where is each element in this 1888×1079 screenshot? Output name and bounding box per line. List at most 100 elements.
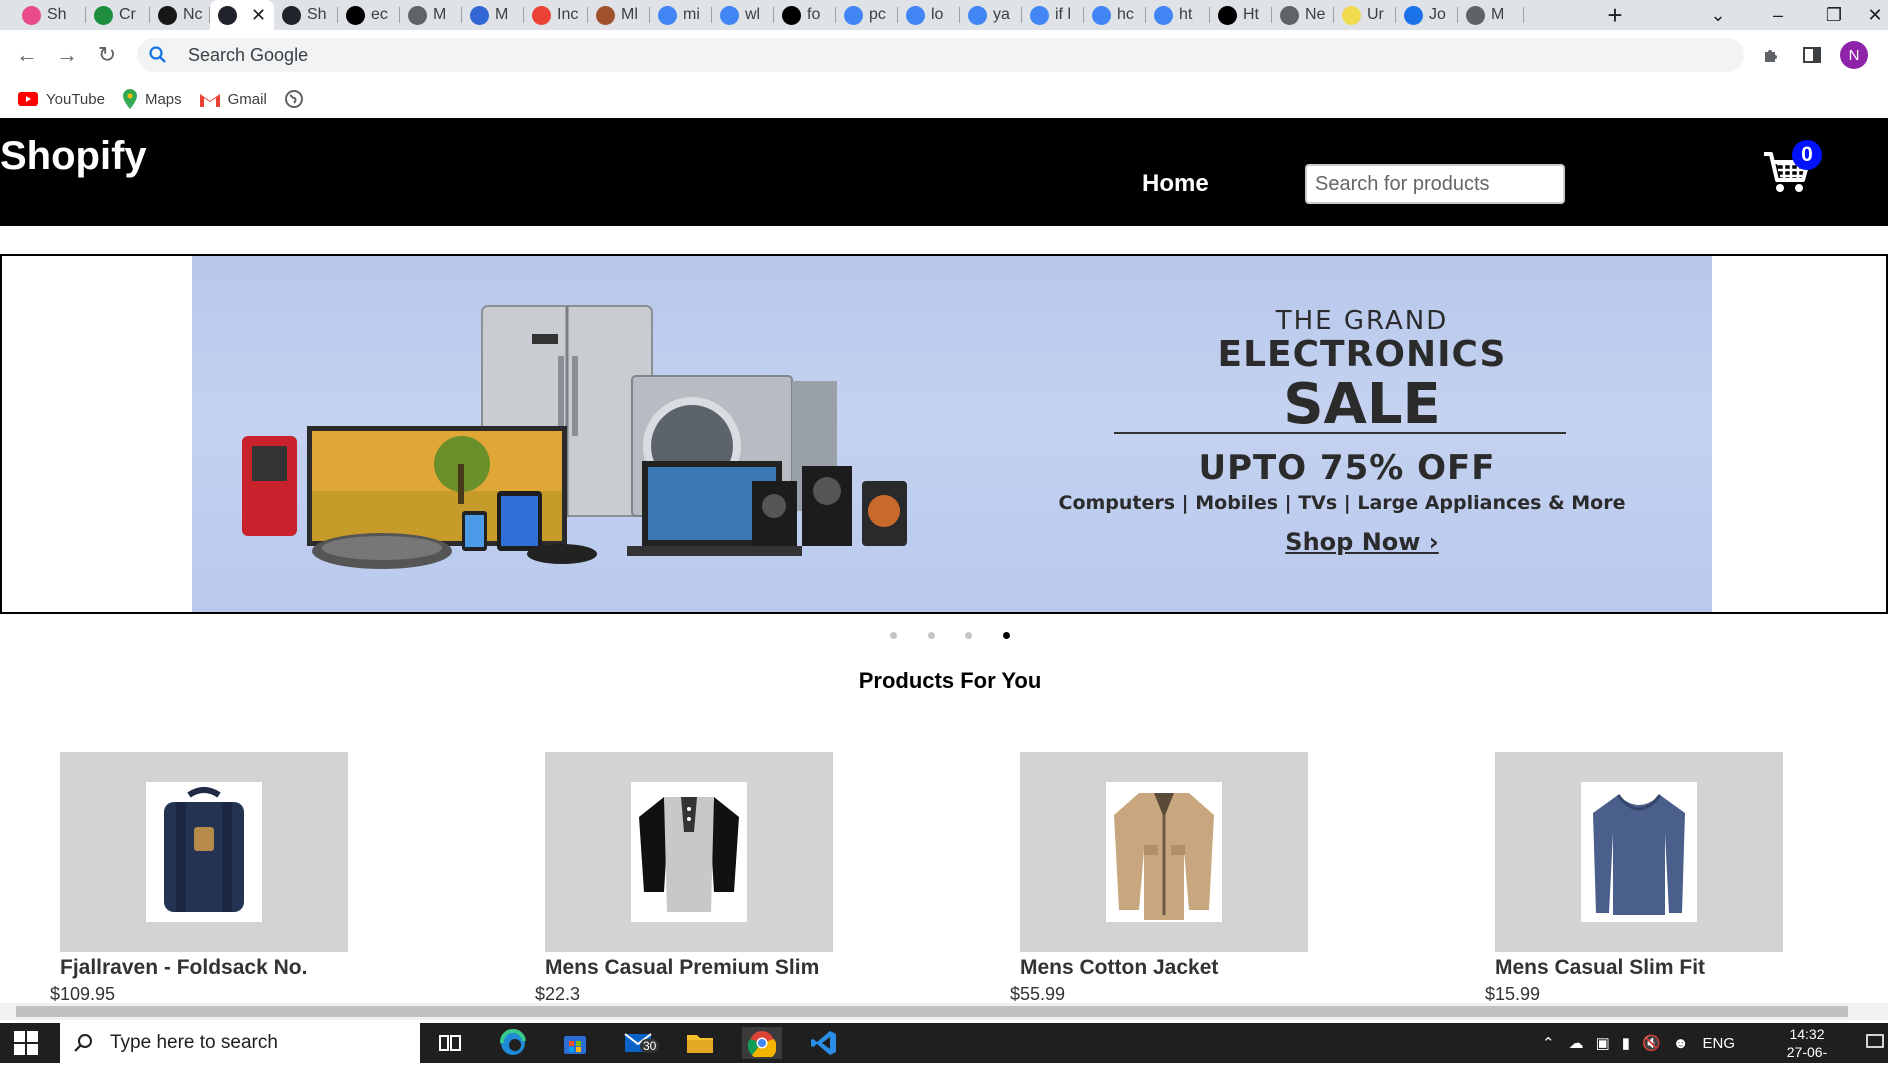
browser-tab[interactable]: Nc [150, 0, 210, 30]
restore-button[interactable]: ❐ [1806, 0, 1862, 30]
carousel-dot-4[interactable] [1003, 632, 1010, 639]
vscode-icon[interactable] [804, 1027, 844, 1059]
product-price: $15.99 [1485, 984, 1541, 1004]
forward-arrow-icon[interactable]: → [54, 42, 80, 68]
bookmark-youtube[interactable]: YouTube [18, 91, 105, 108]
browser-tab[interactable]: Jo [1396, 0, 1458, 30]
horizontal-scrollbar[interactable] [0, 1003, 1888, 1020]
system-tray: ⌃ ☁ ▣ ▮ 🔇 ☻ ENG [1542, 1023, 1735, 1063]
product-name[interactable]: Mens Casual Premium Slim [545, 956, 845, 980]
tab-title: Inc [557, 6, 579, 23]
product-name[interactable]: Mens Casual Slim Fit [1495, 956, 1795, 980]
hero-carousel[interactable]: THE GRAND ELECTRONICS SALE UPTO 75% OFF … [0, 254, 1888, 614]
notifications-icon[interactable] [1866, 1033, 1884, 1051]
gmail-icon [199, 92, 220, 107]
product-image-henley[interactable] [631, 782, 747, 922]
browser-tab[interactable]: Sh [274, 0, 338, 30]
chrome-icon[interactable] [742, 1027, 782, 1059]
bookmark-maps[interactable]: Maps [122, 89, 182, 109]
close-tab-icon[interactable]: ✕ [251, 5, 266, 26]
browser-tab[interactable]: lo [898, 0, 960, 30]
carousel-dot-2[interactable] [928, 632, 935, 639]
product-image-frame [60, 752, 348, 952]
carousel-dot-3[interactable] [965, 632, 972, 639]
product-image-jacket[interactable] [1106, 782, 1222, 922]
address-input[interactable] [186, 43, 1590, 67]
browser-tab[interactable]: Ne [1272, 0, 1334, 30]
person-icon [470, 5, 489, 25]
product-card[interactable]: Mens Casual Slim Fit $15.99 [1485, 752, 1795, 1005]
browser-tab[interactable]: hc [1084, 0, 1146, 30]
onedrive-cloud-icon[interactable]: ☁ [1569, 1034, 1584, 1052]
browser-tab[interactable]: Cr [86, 0, 150, 30]
browser-tab[interactable]: M [462, 0, 524, 30]
carousel-dot-1[interactable] [890, 632, 897, 639]
product-image-long-sleeve-tee[interactable] [1581, 782, 1697, 922]
browser-tab[interactable]: Ur [1334, 0, 1396, 30]
browser-tab[interactable]: Inc [524, 0, 588, 30]
scrollbar-thumb[interactable] [16, 1006, 1848, 1017]
new-tab-button[interactable]: + [1600, 0, 1630, 30]
browser-tab[interactable]: M [1458, 0, 1524, 30]
tab-title: Sh [47, 6, 67, 23]
browser-tab[interactable]: ec [338, 0, 400, 30]
browser-tab[interactable]: Ml [588, 0, 650, 30]
browser-tab[interactable]: Ht [1210, 0, 1272, 30]
monitor-icon[interactable]: ▣ [1596, 1034, 1610, 1052]
product-card[interactable]: Mens Cotton Jacket $55.99 [1010, 752, 1320, 1005]
browser-tab[interactable]: wl [712, 0, 774, 30]
browser-tab[interactable]: fo [774, 0, 836, 30]
product-name[interactable]: Mens Cotton Jacket [1020, 956, 1320, 980]
browser-tab[interactable]: Sh [14, 0, 86, 30]
bookmark-globe[interactable] [284, 90, 311, 108]
browser-tab[interactable]: ya [960, 0, 1022, 30]
chevron-up-icon[interactable]: ⌃ [1542, 1034, 1555, 1052]
site-logo[interactable]: Shopify [0, 134, 147, 179]
clock-date: 27-06-2023 [1786, 1044, 1828, 1078]
product-search-input[interactable] [1305, 164, 1565, 204]
bookmark-label: Maps [144, 90, 182, 108]
browser-tab[interactable]: ht [1146, 0, 1210, 30]
browser-tab[interactable]: ✕ [210, 0, 274, 30]
browser-tab[interactable]: mi [650, 0, 712, 30]
product-card[interactable]: Mens Casual Premium Slim $22.3 [535, 752, 845, 1005]
product-image-backpack[interactable] [146, 782, 262, 922]
browser-tab[interactable]: if l [1022, 0, 1084, 30]
product-price: $55.99 [1010, 984, 1066, 1004]
close-window-button[interactable]: ✕ [1862, 0, 1888, 30]
address-bar[interactable] [137, 38, 1744, 72]
extensions-puzzle-icon[interactable] [1761, 44, 1783, 66]
taskbar-search[interactable] [60, 1023, 420, 1063]
tab-title: mi [683, 6, 700, 23]
side-panel-icon[interactable] [1801, 44, 1823, 66]
product-name[interactable]: Fjallraven - Foldsack No. [60, 956, 360, 980]
electronics-sale-banner[interactable]: THE GRAND ELECTRONICS SALE UPTO 75% OFF … [192, 256, 1712, 612]
wifi-icon[interactable]: ☻ [1673, 1035, 1689, 1052]
reload-icon[interactable]: ↻ [94, 42, 120, 68]
microsoft-store-icon[interactable] [555, 1027, 595, 1059]
battery-icon[interactable]: ▮ [1622, 1034, 1630, 1052]
nav-home-link[interactable]: Home [1142, 170, 1209, 198]
bookmark-gmail[interactable]: Gmail [199, 91, 267, 108]
product-card[interactable]: Fjallraven - Foldsack No. $109.95 [50, 752, 360, 1005]
edge-browser-icon[interactable] [493, 1027, 533, 1059]
bookmarks-bar: YouTube Maps Gmail [0, 80, 1888, 118]
shop-now-link[interactable]: Shop Now › [1192, 528, 1532, 556]
system-clock[interactable]: 14:32 27-06-2023 [1772, 1025, 1842, 1079]
task-view-icon[interactable] [430, 1027, 470, 1059]
profile-avatar[interactable]: N [1840, 41, 1868, 69]
browser-tab[interactable]: M [400, 0, 462, 30]
tab-title: Ne [1305, 6, 1326, 23]
taskbar-search-input[interactable] [108, 1031, 362, 1055]
language-indicator[interactable]: ENG [1703, 1035, 1736, 1052]
file-explorer-icon[interactable] [680, 1027, 720, 1059]
mail-icon[interactable]: 30 [618, 1027, 660, 1059]
minimize-button[interactable]: – [1750, 0, 1806, 30]
windows-start-icon[interactable] [14, 1031, 38, 1055]
maps-pin-icon [122, 89, 137, 109]
speaker-muted-icon[interactable]: 🔇 [1642, 1034, 1661, 1052]
tab-title: M [1491, 6, 1505, 23]
back-arrow-icon[interactable]: ← [14, 42, 40, 68]
browser-tab[interactable]: pc [836, 0, 898, 30]
tab-search-chevron-icon[interactable]: ⌄ [1690, 0, 1746, 30]
